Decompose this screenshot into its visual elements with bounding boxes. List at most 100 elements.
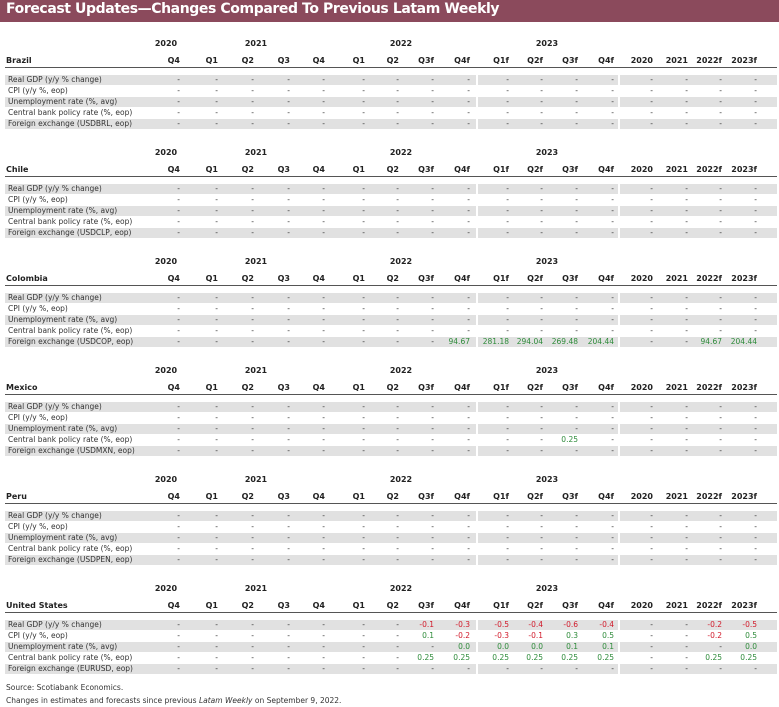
- table-cell: -: [685, 402, 688, 411]
- table-cell: -: [650, 304, 653, 313]
- table-cell: -: [177, 206, 180, 215]
- table-cell: -0.1: [528, 631, 543, 640]
- table-cell: -: [396, 217, 399, 226]
- table-cell: -: [754, 402, 757, 411]
- table-cell: -: [431, 511, 434, 520]
- table-cell: -: [431, 315, 434, 324]
- annual-header: 2021: [665, 383, 688, 392]
- table-cell: -: [540, 511, 543, 520]
- table-cell: -0.6: [563, 620, 578, 629]
- table-cell: -: [251, 533, 254, 542]
- table-cell: -: [575, 555, 578, 564]
- table-cell: -: [467, 206, 470, 215]
- table-cell: -: [362, 315, 365, 324]
- table-cell: -: [754, 522, 757, 531]
- table-cell: -: [506, 217, 509, 226]
- table-cell: -: [611, 293, 614, 302]
- table-cell: -: [685, 337, 688, 346]
- table-cell: -: [362, 97, 365, 106]
- table-cell: -: [506, 108, 509, 117]
- quarter-header: Q4: [312, 56, 325, 65]
- table-cell: -: [611, 206, 614, 215]
- quarter-header: Q3: [277, 56, 290, 65]
- table-cell: -: [467, 435, 470, 444]
- table-cell: -: [467, 413, 470, 422]
- table-cell: -: [177, 326, 180, 335]
- table-cell: -: [467, 315, 470, 324]
- table-cell: -: [650, 293, 653, 302]
- table-cell: -: [251, 217, 254, 226]
- table-cell: -: [396, 184, 399, 193]
- table-cell: -: [362, 326, 365, 335]
- table-cell: -: [650, 413, 653, 422]
- table-cell: -: [575, 304, 578, 313]
- table-cell: -: [506, 544, 509, 553]
- row-label: Unemployment rate (%, avg): [8, 315, 118, 324]
- table-cell: -: [685, 97, 688, 106]
- table-cell: -: [611, 184, 614, 193]
- table-cell: -: [396, 119, 399, 128]
- header-rule: [5, 394, 777, 395]
- table-cell: -: [396, 75, 399, 84]
- table-cell: -: [467, 402, 470, 411]
- table-cell: -: [177, 304, 180, 313]
- table-cell: -: [251, 206, 254, 215]
- table-cell: -: [215, 75, 218, 84]
- table-cell: -: [215, 620, 218, 629]
- annual-header: 2021: [665, 601, 688, 610]
- annual-header: 2023f: [731, 165, 757, 174]
- table-cell: -: [177, 653, 180, 662]
- table-cell: -: [362, 119, 365, 128]
- table-cell: -: [650, 620, 653, 629]
- table-cell: -: [540, 97, 543, 106]
- table-cell: -: [251, 413, 254, 422]
- quarter-header: Q2: [241, 274, 254, 283]
- country-section: 2020 2021 2022 2023 Peru Q4 Q1 Q2 Q3 Q4 Q1 Q2 Q3f Q4f…: [0, 475, 779, 584]
- quarter-header: Q3: [277, 601, 290, 610]
- table-cell: -: [251, 293, 254, 302]
- annual-header: 2023f: [731, 492, 757, 501]
- quarter-header: Q3f: [418, 165, 434, 174]
- table-cell: -: [322, 184, 325, 193]
- table-cell: -: [362, 206, 365, 215]
- table-cell: -: [396, 108, 399, 117]
- table-cell: -: [685, 653, 688, 662]
- country-name: Mexico: [6, 383, 38, 392]
- table-cell: 0.5: [745, 631, 757, 640]
- table-cell: -: [251, 653, 254, 662]
- row-label: CPI (y/y %, eop): [8, 631, 68, 640]
- table-cell: -: [506, 75, 509, 84]
- table-cell: -: [177, 533, 180, 542]
- table-cell: -: [396, 413, 399, 422]
- table-cell: -: [362, 555, 365, 564]
- table-cell: -: [611, 555, 614, 564]
- table-cell: -: [396, 304, 399, 313]
- table-cell: -: [754, 413, 757, 422]
- table-cell: -: [215, 337, 218, 346]
- quarter-header: Q3: [277, 492, 290, 501]
- table-cell: 0.0: [531, 642, 543, 651]
- quarter-header: Q1f: [493, 492, 509, 501]
- footer-source: Source: Scotiabank Economics.: [6, 683, 124, 692]
- quarter-header: Q2: [386, 56, 399, 65]
- annual-header: 2022f: [696, 492, 722, 501]
- table-cell: -: [754, 304, 757, 313]
- table-cell: -: [467, 108, 470, 117]
- table-cell: -: [719, 424, 722, 433]
- quarter-header: Q3f: [562, 492, 578, 501]
- table-cell: -: [215, 402, 218, 411]
- table-cell: -: [540, 664, 543, 673]
- table-cell: -: [322, 642, 325, 651]
- quarter-header: Q4: [167, 165, 180, 174]
- annual-header: 2023f: [731, 274, 757, 283]
- quarter-header: Q2f: [527, 274, 543, 283]
- table-cell: -: [650, 511, 653, 520]
- year-header: 2020: [154, 475, 178, 484]
- annual-header: 2022f: [696, 274, 722, 283]
- country-section: 2020 2021 2022 2023 Mexico Q4 Q1 Q2 Q3 Q4 Q1 Q2 Q3f Q…: [0, 366, 779, 475]
- year-header: 2022: [389, 584, 413, 593]
- table-cell: -: [177, 97, 180, 106]
- table-cell: 0.25: [561, 653, 578, 662]
- table-cell: -: [431, 75, 434, 84]
- year-header: 2022: [389, 475, 413, 484]
